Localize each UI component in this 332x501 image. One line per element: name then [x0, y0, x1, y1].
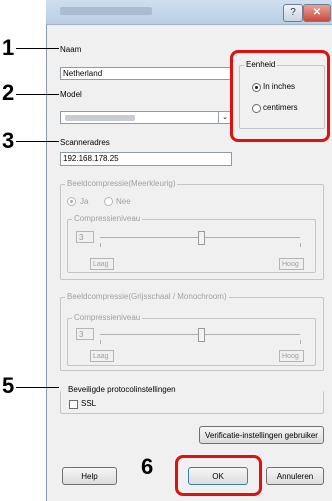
callout-3-line: [16, 141, 59, 142]
help-button[interactable]: Help: [62, 467, 117, 485]
scanner-address-field[interactable]: 192.168.178.25: [60, 152, 232, 166]
color-no-radio[interactable]: [104, 197, 113, 206]
model-select[interactable]: ⌄: [60, 111, 232, 124]
color-level-tick: [300, 243, 301, 247]
gray-level-high: Hoog: [279, 350, 304, 362]
security-group: [60, 391, 324, 414]
color-yes-label[interactable]: Ja: [80, 197, 88, 206]
gray-level-spinner[interactable]: 3: [76, 328, 94, 340]
gray-compression-title: Beeldcompressie(Grijsschaal / Monochroom…: [65, 292, 229, 301]
highlight-unit-group: [230, 50, 330, 142]
color-level-spinner[interactable]: 3: [76, 231, 94, 243]
color-level-high: Hoog: [279, 258, 304, 270]
callout-2: 2: [2, 80, 15, 105]
color-no-label[interactable]: Nee: [116, 197, 131, 206]
callout-1: 1: [2, 35, 15, 60]
color-compression-title: Beeldcompressie(Meerkleurig): [65, 179, 178, 188]
close-button[interactable]: ✕: [303, 4, 331, 22]
color-yes-radio[interactable]: [67, 197, 76, 206]
callout-3: 3: [2, 128, 15, 153]
color-level-low: Laag: [90, 258, 114, 270]
cancel-button[interactable]: Annuleren: [266, 467, 324, 485]
gray-level-slider[interactable]: [198, 328, 205, 342]
callout-5-line: [16, 387, 59, 388]
ssl-label[interactable]: SSL: [81, 399, 96, 408]
callout-6: 6: [141, 454, 154, 479]
gray-level-title: Compressieniveau: [72, 313, 143, 322]
model-value-blurred: [65, 115, 135, 121]
model-label: Model: [60, 90, 82, 99]
ssl-checkbox[interactable]: [69, 400, 78, 409]
verify-settings-button[interactable]: Verificatie-instellingen gebruiker: [199, 426, 324, 444]
color-level-slider[interactable]: [198, 231, 205, 245]
gray-level-tick: [100, 340, 101, 344]
name-label: Naam: [60, 45, 82, 54]
highlight-ok-button: [175, 455, 262, 496]
gray-level-tick: [300, 340, 301, 344]
callout-2-line: [16, 94, 59, 95]
color-level-title: Compressieniveau: [72, 214, 143, 223]
color-level-tick: [100, 243, 101, 247]
gray-level-low: Laag: [90, 350, 114, 362]
callout-1-line: [16, 48, 59, 49]
name-field[interactable]: Netherland: [60, 67, 232, 80]
title-text-blurred: [60, 7, 152, 15]
title-help-button[interactable]: ?: [283, 4, 303, 22]
scanner-label: Scanneradres: [60, 138, 110, 147]
callout-5: 5: [2, 373, 15, 398]
